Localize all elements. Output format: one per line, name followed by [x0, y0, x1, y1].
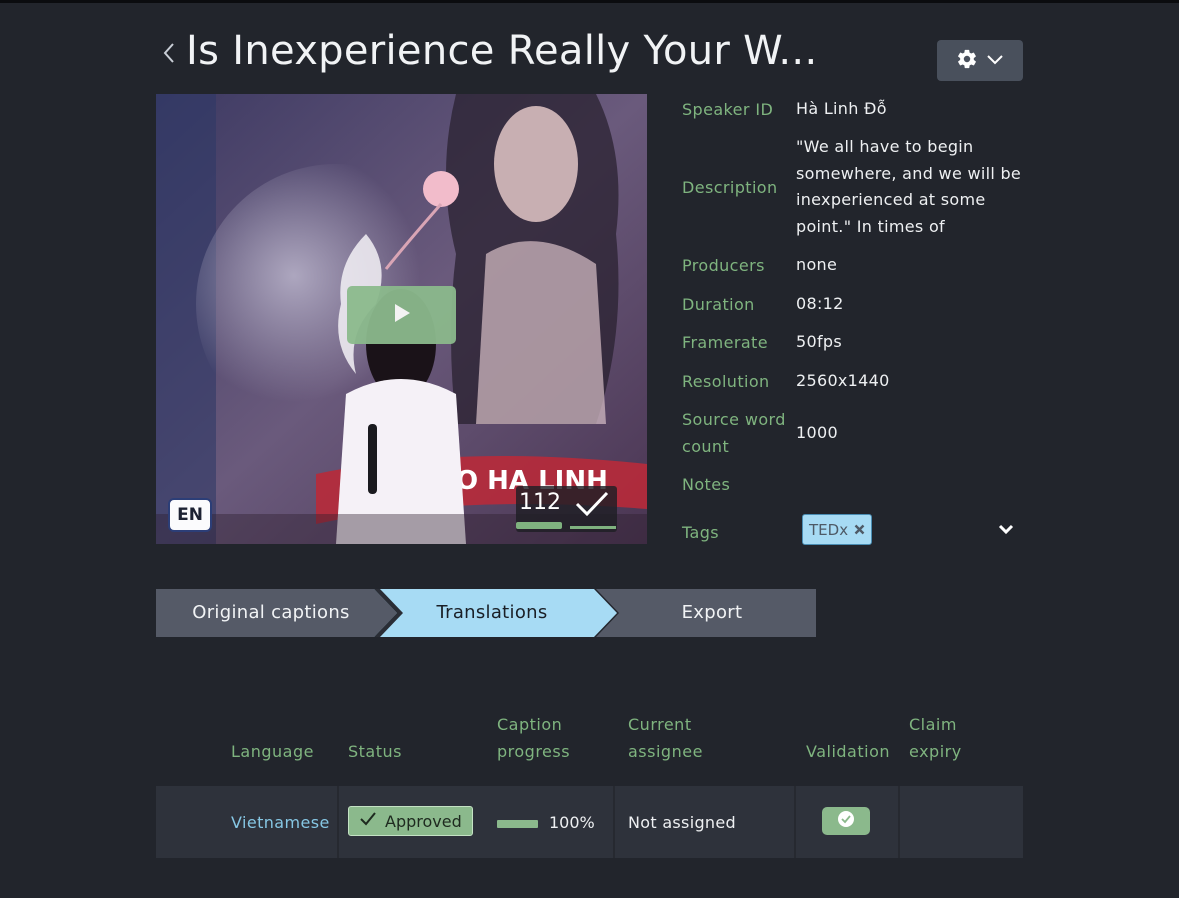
description-value: "We all have to begin somewhere, and we … — [796, 137, 1022, 236]
validated-bar — [570, 526, 616, 529]
column-header-language: Language — [231, 742, 314, 761]
assignee-value: Not assigned — [628, 813, 736, 832]
source-word-count-value: 1000 — [796, 423, 838, 442]
video-player[interactable]: O HA LINH EN 112 — [156, 94, 647, 544]
duration-value: 08:12 — [796, 294, 844, 313]
tags-label: Tags — [682, 523, 720, 542]
producers-label: Producers — [682, 256, 765, 275]
close-icon[interactable] — [854, 524, 865, 535]
status-label: Approved — [385, 811, 462, 831]
description-label: Description — [682, 178, 778, 197]
gear-icon — [956, 48, 978, 74]
column-header-status: Status — [348, 742, 402, 761]
step-translations[interactable]: Translations — [382, 589, 602, 637]
chevron-down-icon[interactable] — [997, 522, 1015, 541]
cell-divider — [898, 786, 900, 858]
speaker-id-value: Hà Linh Đỗ — [796, 99, 887, 118]
play-icon — [393, 303, 411, 327]
workflow-steps: Original captions Translations Export — [156, 589, 816, 637]
source-word-count-label: Source word count — [682, 410, 786, 456]
page-title: Is Inexperience Really Your W... — [186, 28, 818, 74]
cell-divider — [337, 786, 339, 858]
framerate-value: 50fps — [796, 332, 842, 351]
cell-divider — [794, 786, 796, 858]
check-icon — [359, 811, 377, 831]
settings-button[interactable] — [937, 40, 1023, 81]
caption-count: 112 — [519, 490, 561, 515]
resolution-value: 2560x1440 — [796, 371, 890, 390]
notes-label: Notes — [682, 475, 731, 494]
producers-value: none — [796, 255, 838, 274]
duration-label: Duration — [682, 295, 755, 314]
caption-count-indicator: 112 — [516, 486, 617, 532]
play-button[interactable] — [347, 286, 456, 344]
cell-divider — [613, 786, 615, 858]
language-link[interactable]: Vietnamese — [231, 813, 330, 832]
tag-chip[interactable]: TEDx — [802, 514, 873, 545]
speaker-id-label: Speaker ID — [682, 100, 774, 119]
chevron-down-icon — [986, 51, 1004, 70]
step-original-captions[interactable]: Original captions — [156, 589, 386, 637]
column-header-claim-expiry: Claim expiry — [909, 715, 962, 761]
framerate-label: Framerate — [682, 333, 768, 352]
column-header-validation: Validation — [806, 742, 891, 761]
resolution-label: Resolution — [682, 372, 770, 391]
window-top-border — [0, 0, 1179, 3]
tag-label: TEDx — [809, 520, 849, 539]
caption-progress-text: 100% — [549, 813, 595, 832]
check-icon — [574, 490, 610, 522]
caption-progress-bar — [497, 820, 538, 828]
chevron-left-icon[interactable] — [160, 38, 178, 68]
column-header-current-assignee: Current assignee — [628, 715, 703, 761]
status-badge: Approved — [348, 806, 473, 836]
caption-count-bar — [516, 522, 562, 529]
validation-toggle[interactable] — [822, 807, 870, 835]
check-circle-icon — [837, 810, 855, 832]
language-badge[interactable]: EN — [168, 498, 212, 532]
step-export[interactable]: Export — [602, 589, 822, 637]
column-header-caption-progress: Caption progress — [497, 715, 571, 761]
